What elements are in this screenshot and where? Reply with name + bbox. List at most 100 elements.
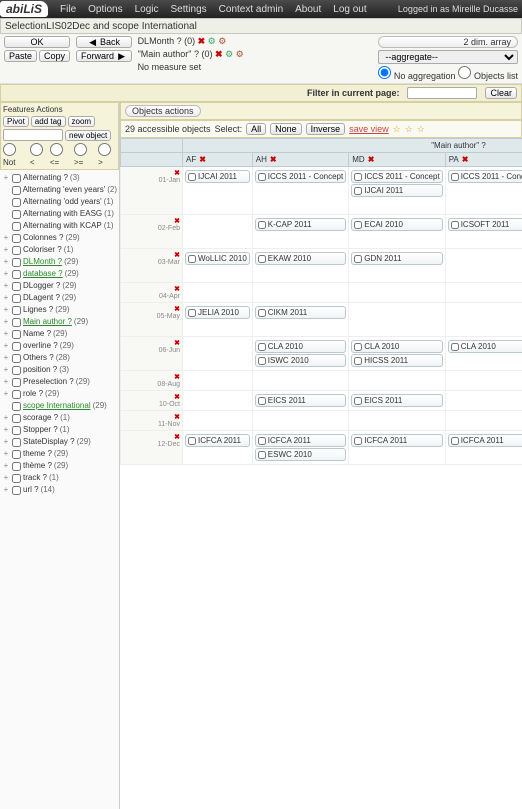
feature-checkbox[interactable] [12, 174, 21, 183]
object-checkbox[interactable] [354, 397, 362, 405]
feature-item[interactable]: +overline ? (29) [2, 340, 117, 352]
object-checkbox[interactable] [258, 437, 266, 445]
pivot-button[interactable]: Pivot [3, 116, 29, 127]
feature-checkbox[interactable] [12, 342, 21, 351]
back-button[interactable]: ◀ Back [76, 36, 132, 48]
save-view-link[interactable]: save view [349, 124, 389, 134]
feature-item[interactable]: +Stopper ? (1) [2, 424, 117, 436]
menu-logic[interactable]: Logic [135, 4, 159, 15]
newobj-button[interactable]: new object [65, 130, 111, 141]
remove-col-icon[interactable]: ✖ [199, 155, 206, 164]
expand-icon[interactable]: + [2, 472, 10, 484]
expand-icon[interactable]: + [2, 484, 10, 496]
menu-about[interactable]: About [295, 4, 321, 15]
expand-icon[interactable]: + [2, 304, 10, 316]
expand-icon[interactable]: + [2, 352, 10, 364]
object-checkbox[interactable] [258, 343, 266, 351]
feature-item[interactable]: +scorage ? (1) [2, 412, 117, 424]
feature-item[interactable]: +DLMonth ? (29) [2, 256, 117, 268]
lte-radio[interactable]: <= [50, 143, 72, 167]
feature-checkbox[interactable] [12, 462, 21, 471]
expand-icon[interactable]: + [2, 340, 10, 352]
fav1-icon[interactable]: ☆ [393, 124, 401, 135]
object-checkbox[interactable] [258, 397, 266, 405]
row-header[interactable]: ✖05-May [121, 303, 183, 337]
remove-row-icon[interactable]: ✖ [174, 394, 180, 401]
lt-radio[interactable]: < [30, 143, 48, 167]
select-none-button[interactable]: None [270, 123, 302, 135]
feature-item[interactable]: +Name ? (29) [2, 328, 117, 340]
col-header-PA[interactable]: PA ✖ [445, 153, 522, 167]
object-chip[interactable]: EICS 2011 [255, 394, 346, 407]
feature-checkbox[interactable] [12, 306, 21, 315]
feature-item[interactable]: +position ? (3) [2, 364, 117, 376]
expand-icon[interactable]: + [2, 448, 10, 460]
feature-item[interactable]: Alternating 'even years' (2) [2, 184, 117, 196]
feature-item[interactable]: Alternating 'odd years' (1) [2, 196, 117, 208]
row-header[interactable]: ✖01-Jan [121, 167, 183, 215]
object-checkbox[interactable] [188, 173, 196, 181]
expand-icon[interactable]: + [2, 292, 10, 304]
feature-checkbox[interactable] [12, 258, 21, 267]
object-checkbox[interactable] [451, 221, 459, 229]
row-header[interactable]: ✖06-Jun [121, 337, 183, 371]
objlist-radio[interactable]: Objects list [458, 66, 518, 81]
feature-checkbox[interactable] [12, 390, 21, 399]
feature-checkbox[interactable] [12, 282, 21, 291]
feature-checkbox[interactable] [12, 438, 21, 447]
fav2-icon[interactable]: ☆ [405, 124, 413, 135]
object-chip[interactable]: GDN 2011 [351, 252, 442, 265]
search-input[interactable] [3, 129, 63, 141]
not-radio[interactable]: Not [3, 143, 28, 167]
paste-button[interactable]: Paste [4, 50, 37, 62]
object-chip[interactable]: ICFCA 2011 [255, 434, 346, 447]
object-chip[interactable]: ECAI 2010 [351, 218, 442, 231]
zoom-button[interactable]: zoom [68, 116, 96, 127]
object-chip[interactable]: IJCAI 2011 [351, 184, 442, 197]
expand-icon[interactable]: + [2, 256, 10, 268]
feature-checkbox[interactable] [12, 270, 21, 279]
feature-checkbox[interactable] [12, 222, 21, 231]
remove-dim1-icon[interactable]: ✖ [198, 36, 206, 46]
expand-icon[interactable]: + [2, 316, 10, 328]
expand-icon[interactable]: + [2, 436, 10, 448]
object-chip[interactable]: EKAW 2010 [255, 252, 346, 265]
feature-item[interactable]: +DLogger ? (29) [2, 280, 117, 292]
feature-checkbox[interactable] [12, 330, 21, 339]
gt-radio[interactable]: > [98, 143, 116, 167]
row-header[interactable]: ✖03-Mar [121, 249, 183, 283]
menu-options[interactable]: Options [88, 4, 122, 15]
row-header[interactable]: ✖04-Apr [121, 283, 183, 303]
object-chip[interactable]: ICSOFT 2011 [448, 218, 522, 231]
object-checkbox[interactable] [258, 451, 266, 459]
feature-checkbox[interactable] [12, 354, 21, 363]
object-checkbox[interactable] [354, 187, 362, 195]
object-checkbox[interactable] [258, 357, 266, 365]
object-checkbox[interactable] [354, 437, 362, 445]
remove-row-icon[interactable]: ✖ [174, 374, 180, 381]
feature-checkbox[interactable] [12, 210, 21, 219]
expand-icon[interactable]: + [2, 364, 10, 376]
select-inverse-button[interactable]: Inverse [306, 123, 346, 135]
object-checkbox[interactable] [188, 437, 196, 445]
feature-item[interactable]: +Lignes ? (29) [2, 304, 117, 316]
feature-item[interactable]: +role ? (29) [2, 388, 117, 400]
expand-icon[interactable]: + [2, 388, 10, 400]
remove-col-icon[interactable]: ✖ [368, 155, 375, 164]
object-checkbox[interactable] [354, 357, 362, 365]
feature-checkbox[interactable] [12, 234, 21, 243]
remove-dim2-icon[interactable]: ✖ [215, 49, 223, 59]
remove-row-icon[interactable]: ✖ [174, 286, 180, 293]
object-checkbox[interactable] [258, 173, 266, 181]
feature-checkbox[interactable] [12, 246, 21, 255]
object-chip[interactable]: ICCS 2011 - Concept [255, 170, 346, 183]
col-header-AH[interactable]: AH ✖ [252, 153, 348, 167]
object-checkbox[interactable] [258, 221, 266, 229]
remove-row-icon[interactable]: ✖ [174, 340, 180, 347]
feature-checkbox[interactable] [12, 402, 21, 411]
row-header[interactable]: ✖10-Oct [121, 391, 183, 411]
feature-item[interactable]: Alternating with EASG (1) [2, 208, 117, 220]
expand-icon[interactable]: + [2, 172, 10, 184]
menu-logout[interactable]: Log out [333, 4, 366, 15]
aggregate-select[interactable]: --aggregate-- [378, 50, 518, 64]
